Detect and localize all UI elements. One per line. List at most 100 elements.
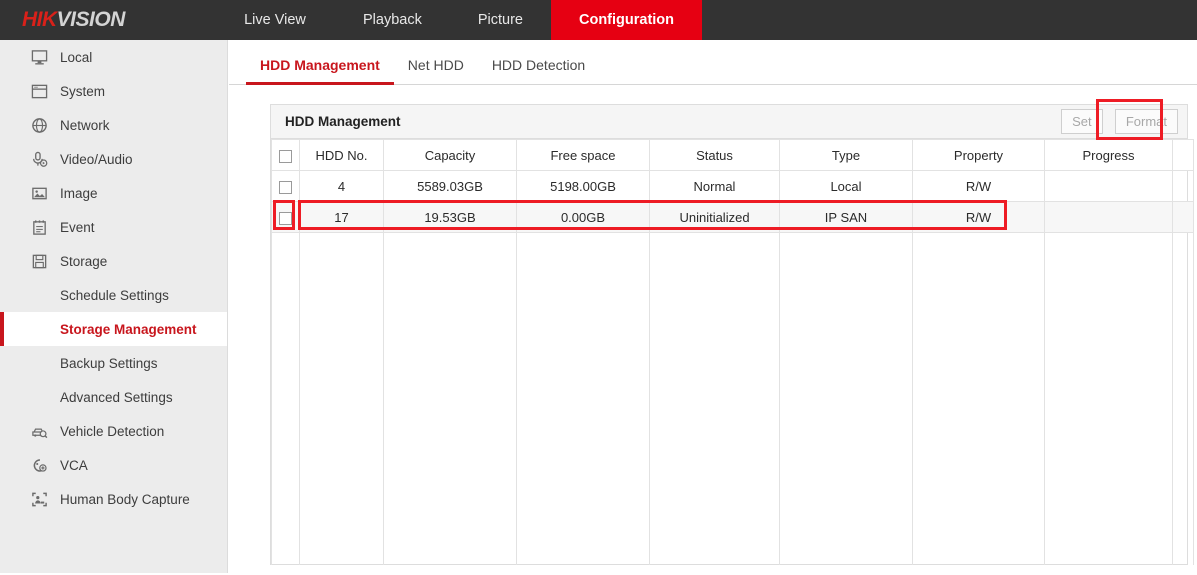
- cell-progress: [1044, 201, 1173, 233]
- hdd-management-panel: HDD Management Set Format HDD No. Capaci…: [270, 104, 1194, 565]
- sidebar-item-label: Schedule Settings: [60, 287, 169, 303]
- table-row[interactable]: 4 5589.03GB 5198.00GB Normal Local R/W: [271, 170, 1194, 202]
- column-header-free-space: Free space: [516, 139, 650, 171]
- cell-spacer: [1172, 201, 1194, 233]
- microphone-icon: [22, 151, 56, 168]
- content-area: HDD Management Net HDD HDD Detection HDD…: [229, 40, 1197, 575]
- table-body: 4 5589.03GB 5198.00GB Normal Local R/W 1…: [271, 170, 1194, 565]
- table-row[interactable]: 17 19.53GB 0.00GB Uninitialized IP SAN R…: [271, 201, 1194, 233]
- empty-cell: [912, 232, 1045, 565]
- empty-cell: [383, 232, 517, 565]
- cell-free-space: 0.00GB: [516, 201, 650, 233]
- sidebar-item-label: Human Body Capture: [60, 491, 190, 507]
- sidebar-item-backup-settings[interactable]: Backup Settings: [0, 346, 227, 380]
- cell-capacity: 19.53GB: [383, 201, 517, 233]
- sidebar-item-label: VCA: [60, 457, 88, 473]
- cell-property: R/W: [912, 170, 1045, 202]
- sidebar-item-label: Vehicle Detection: [60, 423, 165, 439]
- sidebar-item-label: Storage: [60, 253, 108, 269]
- sidebar-item-schedule-settings[interactable]: Schedule Settings: [0, 278, 227, 312]
- column-header-property: Property: [912, 139, 1045, 171]
- set-button[interactable]: Set: [1060, 109, 1103, 134]
- column-header-progress: Progress: [1044, 139, 1173, 171]
- row-checkbox[interactable]: [279, 180, 292, 194]
- sidebar-item-vehicle-detection[interactable]: Vehicle Detection: [0, 414, 227, 448]
- hdd-table: HDD No. Capacity Free space Status Type …: [271, 139, 1194, 565]
- format-button[interactable]: Format: [1114, 109, 1178, 134]
- empty-cell: [1172, 232, 1194, 565]
- row-select-cell: [271, 170, 300, 202]
- sidebar-item-image[interactable]: Image: [0, 176, 227, 210]
- cell-status: Normal: [649, 170, 780, 202]
- tab-hdd-management[interactable]: HDD Management: [246, 57, 394, 85]
- sidebar-item-human-body-capture[interactable]: Human Body Capture: [0, 482, 227, 516]
- monitor-icon: [22, 49, 56, 66]
- panel-title: HDD Management: [285, 114, 401, 129]
- floppy-disk-icon: [22, 253, 56, 270]
- globe-icon: [22, 117, 56, 134]
- tab-net-hdd[interactable]: Net HDD: [394, 57, 478, 84]
- empty-cell: [1044, 232, 1173, 565]
- picture-icon: [22, 185, 56, 202]
- nav-tab-picture[interactable]: Picture: [450, 0, 551, 40]
- sidebar-item-local[interactable]: Local: [0, 40, 227, 74]
- cell-progress: [1044, 170, 1173, 202]
- cell-capacity: 5589.03GB: [383, 170, 517, 202]
- empty-cell: [271, 232, 300, 565]
- column-header-hdd-no: HDD No.: [299, 139, 384, 171]
- hikvision-logo: HIK VISION: [0, 0, 215, 40]
- sidebar-item-advanced-settings[interactable]: Advanced Settings: [0, 380, 227, 414]
- sidebar-item-label: Local: [60, 49, 93, 65]
- vca-icon: [22, 457, 56, 474]
- column-header-spacer: [1172, 139, 1194, 171]
- sidebar-item-vca[interactable]: VCA: [0, 448, 227, 482]
- cell-type: IP SAN: [779, 201, 913, 233]
- sub-tab-bar: HDD Management Net HDD HDD Detection: [229, 40, 1197, 85]
- row-checkbox[interactable]: [279, 211, 292, 225]
- table-empty-area: [271, 232, 1194, 565]
- calendar-icon: [22, 219, 56, 236]
- nav-tab-playback[interactable]: Playback: [335, 0, 450, 40]
- top-header-bar: HIK VISION Live View Playback Picture Con…: [0, 0, 1197, 40]
- main-navigation: Live View Playback Picture Configuration: [215, 0, 703, 40]
- cell-free-space: 5198.00GB: [516, 170, 650, 202]
- sidebar-item-system[interactable]: System: [0, 74, 227, 108]
- sidebar-item-label: Storage Management: [60, 321, 197, 337]
- empty-cell: [649, 232, 780, 565]
- sidebar-item-label: Advanced Settings: [60, 389, 173, 405]
- human-capture-icon: [22, 491, 56, 508]
- tab-hdd-detection[interactable]: HDD Detection: [478, 57, 599, 84]
- window-icon: [22, 83, 56, 100]
- column-header-status: Status: [649, 139, 780, 171]
- cell-property: R/W: [912, 201, 1045, 233]
- nav-tab-configuration[interactable]: Configuration: [550, 0, 703, 40]
- column-header-type: Type: [779, 139, 913, 171]
- sidebar-item-storage[interactable]: Storage: [0, 244, 227, 278]
- cell-spacer: [1172, 170, 1194, 202]
- sidebar-item-label: Network: [60, 117, 110, 133]
- sidebar-item-label: Image: [60, 185, 98, 201]
- select-all-checkbox[interactable]: [279, 149, 292, 163]
- panel-header: HDD Management Set Format: [271, 105, 1187, 139]
- sidebar-item-label: Backup Settings: [60, 355, 158, 371]
- cell-hdd-no: 17: [299, 201, 384, 233]
- sidebar-item-label: System: [60, 83, 106, 99]
- row-select-cell: [271, 201, 300, 233]
- vehicle-search-icon: [22, 423, 56, 440]
- empty-cell: [299, 232, 384, 565]
- cell-status: Uninitialized: [649, 201, 780, 233]
- cell-type: Local: [779, 170, 913, 202]
- nav-tab-live-view[interactable]: Live View: [215, 0, 335, 40]
- sidebar-item-network[interactable]: Network: [0, 108, 227, 142]
- select-all-cell: [271, 139, 300, 171]
- empty-cell: [779, 232, 913, 565]
- column-header-capacity: Capacity: [383, 139, 517, 171]
- sidebar-item-label: Event: [60, 219, 95, 235]
- sidebar-item-event[interactable]: Event: [0, 210, 227, 244]
- sidebar-navigation: Local System Network Video/Audio Image E…: [0, 40, 228, 573]
- sidebar-item-storage-management[interactable]: Storage Management: [0, 312, 227, 346]
- panel-action-buttons: Set Format: [1060, 109, 1178, 134]
- table-header: HDD No. Capacity Free space Status Type …: [271, 139, 1194, 171]
- table-header-row: HDD No. Capacity Free space Status Type …: [271, 139, 1194, 171]
- sidebar-item-video-audio[interactable]: Video/Audio: [0, 142, 227, 176]
